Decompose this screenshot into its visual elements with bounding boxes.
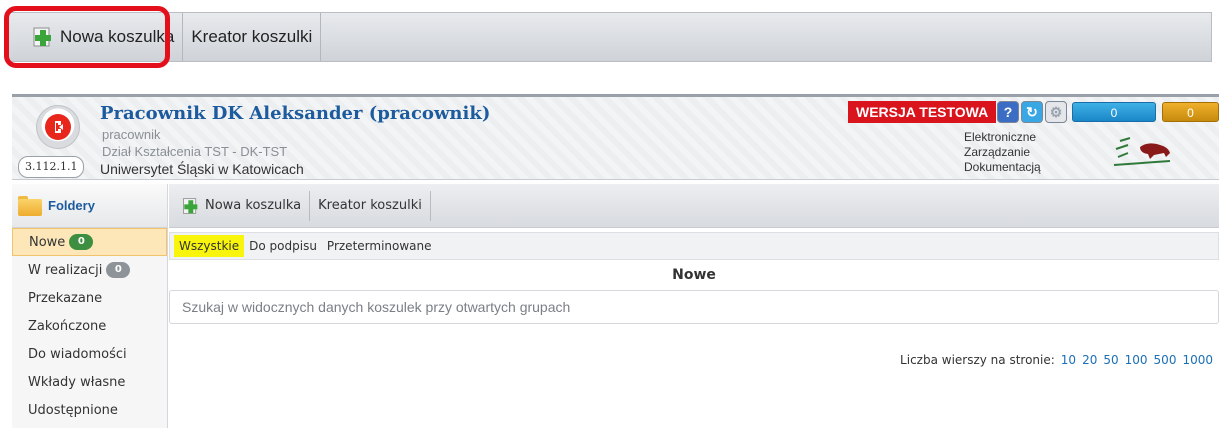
page-size-option[interactable]: 500 xyxy=(1154,353,1177,367)
version-badge: 3.112.1.1 xyxy=(18,156,85,178)
count-badge: 0 xyxy=(69,234,94,250)
folders-header[interactable]: Foldery xyxy=(12,184,167,228)
orange-counter[interactable]: 0 xyxy=(1162,102,1219,122)
page-size-option[interactable]: 10 xyxy=(1061,353,1076,367)
sleeve-wizard-label: Kreator koszulki xyxy=(191,27,313,46)
sidebar-item-label: Przekazane xyxy=(28,290,103,306)
highlight-annotation xyxy=(4,6,170,68)
user-department: Dział Kształcenia TST - DK-TST xyxy=(102,144,288,159)
sleeve-wizard-label: Kreator koszulki xyxy=(318,198,422,213)
sleeve-wizard-button[interactable]: Kreator koszulki xyxy=(183,13,322,61)
ezd-bison-logo xyxy=(1113,137,1171,166)
ezd-line-1: Elektroniczne xyxy=(964,130,1037,144)
refresh-icon[interactable]: ↻ xyxy=(1021,101,1043,123)
sidebar-item-label: Do wiadomości xyxy=(28,346,127,362)
app-logo xyxy=(36,105,80,149)
sidebar-item-label: W realizacji xyxy=(28,262,103,278)
folders-title: Foldery xyxy=(48,198,95,213)
test-version-badge: WERSJA TESTOWA xyxy=(848,101,997,123)
filter-overdue[interactable]: Przeterminowane xyxy=(322,235,437,257)
blue-counter[interactable]: 0 xyxy=(1072,102,1156,122)
page: Nowa koszulka Kreator koszulki 3.112.1.1… xyxy=(0,0,1219,428)
sidebar-item-label: Udostępnione xyxy=(28,402,118,418)
sidebar-item-udostepnione[interactable]: Udostępnione xyxy=(12,396,167,424)
sidebar-item-przekazane[interactable]: Przekazane xyxy=(12,284,167,312)
filter-all[interactable]: Wszystkie xyxy=(174,235,245,257)
sidebar-item-do-wiadomosci[interactable]: Do wiadomości xyxy=(12,340,167,368)
sidebar-item-label: Zakończone xyxy=(28,318,107,334)
main-toolbar: Nowa koszulka Kreator koszulki xyxy=(169,184,1219,228)
new-sleeve-label: Nowa koszulka xyxy=(205,198,302,213)
folder-icon xyxy=(18,195,42,216)
app-window: 3.112.1.1 Pracownik DK Aleksander (praco… xyxy=(12,94,1219,428)
filter-bar: Wszystkie Do podpisu Przeterminowane xyxy=(169,232,1219,260)
search-input[interactable]: Szukaj w widocznych danych koszulek przy… xyxy=(169,290,1219,324)
sidebar-item-w-realizacji[interactable]: W realizacji 0 xyxy=(12,256,167,284)
university-name: Uniwersytet Śląski w Katowicach xyxy=(100,161,304,177)
ezd-line-2: Zarządzanie xyxy=(964,145,1031,159)
sidebar-item-zakonczone[interactable]: Zakończone xyxy=(12,312,167,340)
sidebar-item-label: Nowe xyxy=(29,234,66,250)
header: 3.112.1.1 Pracownik DK Aleksander (praco… xyxy=(12,97,1219,180)
main-content: Nowa koszulka Kreator koszulki Wszystkie… xyxy=(169,184,1219,428)
ezd-line-3: Dokumentacją xyxy=(964,160,1041,174)
filter-to-sign[interactable]: Do podpisu xyxy=(244,235,322,257)
sidebar-item-wklady-wlasne[interactable]: Wkłady własne xyxy=(12,368,167,396)
ezd-text: Elektroniczne Zarządzanie Dokumentacją xyxy=(964,130,1041,175)
gear-icon[interactable]: ⚙ xyxy=(1045,101,1067,123)
add-document-icon xyxy=(183,197,198,214)
sleeve-wizard-button[interactable]: Kreator koszulki xyxy=(310,190,431,221)
exit-logo-icon xyxy=(45,114,71,140)
help-icon[interactable]: ? xyxy=(997,101,1019,123)
count-badge: 0 xyxy=(106,262,131,278)
pager-label: Liczba wierszy na stronie: xyxy=(900,353,1055,367)
page-size-option[interactable]: 100 xyxy=(1125,353,1148,367)
user-title[interactable]: Pracownik DK Aleksander (pracownik) xyxy=(100,103,490,124)
user-role: pracownik xyxy=(102,127,161,142)
sidebar: Foldery Nowe 0 W realizacji 0 Przekazane… xyxy=(12,184,168,428)
page-size-selector: Liczba wierszy na stronie: 10 20 50 100 500 10… xyxy=(900,353,1213,367)
grid-title: Nowe xyxy=(672,267,716,283)
top-toolbar: Nowa koszulka Kreator koszulki xyxy=(8,12,1212,62)
sidebar-item-nowe[interactable]: Nowe 0 xyxy=(12,228,167,256)
page-size-option[interactable]: 50 xyxy=(1103,353,1118,367)
new-sleeve-button[interactable]: Nowa koszulka xyxy=(169,190,311,221)
sidebar-item-label: Wkłady własne xyxy=(28,374,126,390)
page-size-option[interactable]: 1000 xyxy=(1182,353,1213,367)
page-size-option[interactable]: 20 xyxy=(1082,353,1097,367)
